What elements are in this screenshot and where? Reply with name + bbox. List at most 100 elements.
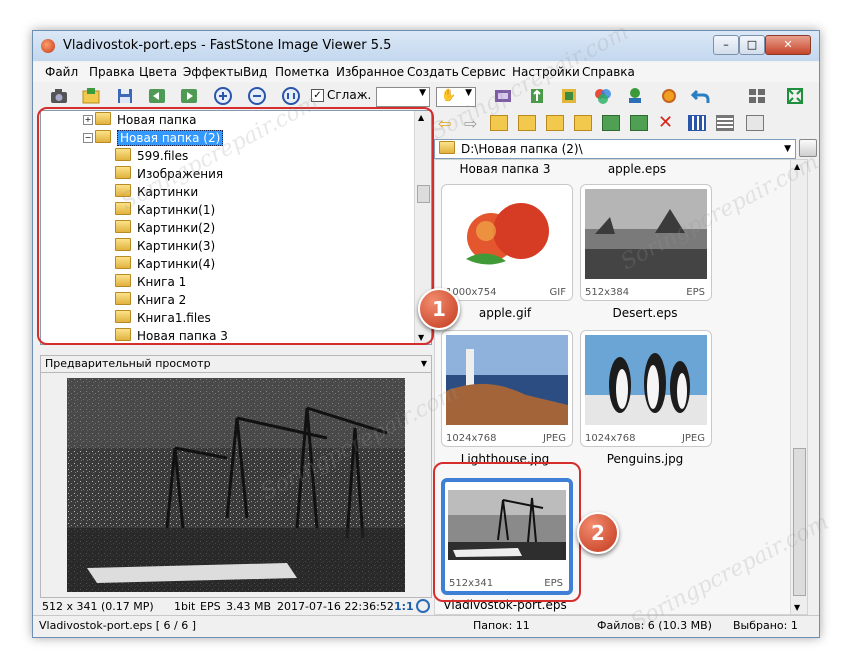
app-logo-icon — [41, 39, 55, 53]
info-format: EPS — [200, 600, 221, 613]
open-folder-icon[interactable] — [81, 86, 101, 106]
prev-image-icon[interactable] — [147, 86, 167, 106]
preview-title: Предварительный просмотр — [45, 357, 211, 370]
slideshow-icon[interactable] — [493, 86, 513, 106]
menu-colors[interactable]: Цвета — [139, 65, 177, 79]
thumbnail-desert-eps[interactable]: 512x384 EPS — [580, 184, 712, 301]
zoom-out-icon[interactable] — [247, 86, 267, 106]
forward-arrow-icon[interactable]: ⇨ — [464, 114, 477, 133]
info-date: 2017-07-16 22:36:52 — [277, 600, 394, 613]
chevron-down-icon[interactable]: ▼ — [784, 140, 791, 158]
menu-favorites[interactable]: Избранное — [336, 65, 404, 79]
save-icon[interactable] — [115, 86, 135, 106]
info-filesize: 3.43 MB — [226, 600, 272, 613]
list-view-icon[interactable] — [716, 115, 734, 131]
undo-icon[interactable] — [690, 86, 711, 106]
scroll-thumb[interactable] — [793, 448, 806, 596]
scroll-down-icon[interactable]: ▼ — [794, 603, 800, 612]
move-to-icon[interactable] — [630, 115, 648, 131]
menu-help[interactable]: Справка — [582, 65, 635, 79]
back-arrow-icon[interactable]: ⇦ — [438, 114, 451, 133]
thumb-dimensions: 1024x768 — [446, 433, 497, 444]
menu-create[interactable]: Создать — [407, 65, 459, 79]
callout-frame-tree — [37, 107, 434, 345]
callout-badge-1: 1 — [418, 288, 460, 330]
status-folders: Папок: 11 — [473, 619, 530, 632]
zoom-ratio-button[interactable]: 1:1 — [394, 600, 414, 613]
thumb-dimensions: 1024x768 — [585, 433, 636, 444]
image-info-bar: 512 x 341 (0.17 MP) 1bit EPS 3.43 MB 201… — [40, 597, 430, 615]
details-view-icon[interactable] — [746, 115, 764, 131]
menu-tools[interactable]: Сервис — [461, 65, 506, 79]
scroll-up-icon[interactable]: ▲ — [794, 162, 800, 171]
thumbnail-lighthouse-jpg[interactable]: 1024x768 JPEG — [441, 330, 573, 447]
layout-menu-icon[interactable] — [747, 86, 767, 106]
status-selected: Выбрано: 1 — [733, 619, 798, 632]
thumbnail-scrollbar[interactable]: ▲ ▼ — [790, 160, 807, 614]
minimize-button[interactable]: – — [713, 35, 739, 55]
thumbnail-apple-gif[interactable]: 1000x754 GIF — [441, 184, 573, 301]
hand-tool-dropdown[interactable]: ✋ ▼ — [436, 87, 476, 107]
status-file: Vladivostok-port.eps [ 6 / 6 ] — [39, 619, 197, 632]
menu-tag[interactable]: Пометка — [275, 65, 329, 79]
next-image-icon[interactable] — [179, 86, 199, 106]
thumb-format: JPEG — [681, 433, 705, 444]
zoom-in-icon[interactable] — [213, 86, 233, 106]
path-value: D:\Новая папка (2)\ — [461, 142, 583, 156]
new-folder-icon[interactable] — [574, 115, 592, 131]
desert-image — [585, 189, 707, 279]
thumb-caption: Новая папка 3 — [459, 162, 551, 176]
folder-up-icon[interactable] — [490, 115, 508, 131]
close-button[interactable]: ✕ — [765, 35, 811, 55]
fullscreen-icon[interactable] — [785, 86, 805, 106]
fit-icon[interactable] — [416, 599, 430, 613]
folder-icon — [439, 141, 455, 154]
smooth-checkbox[interactable]: ✓ — [311, 89, 324, 102]
chevron-down-icon: ▼ — [419, 88, 426, 98]
thumb-caption: apple.eps — [607, 162, 667, 176]
path-combobox[interactable]: D:\Новая папка (2)\ ▼ — [434, 139, 796, 159]
preview-image — [67, 378, 405, 592]
preview-pane — [40, 372, 432, 598]
thumbnail-penguins-jpg[interactable]: 1024x768 JPEG — [580, 330, 712, 447]
maximize-button[interactable]: □ — [739, 35, 765, 55]
resize-icon[interactable] — [527, 86, 547, 106]
menu-view[interactable]: Вид — [243, 65, 267, 79]
sun-effects-icon[interactable] — [659, 86, 679, 106]
menu-edit[interactable]: Правка — [89, 65, 135, 79]
color-adjust-icon[interactable] — [593, 86, 613, 106]
preview-header: Предварительный просмотр ▼ — [40, 355, 432, 373]
thumb-view-icon[interactable] — [688, 115, 706, 131]
menu-bar: Файл Правка Цвета Эффекты Вид Пометка Из… — [33, 62, 819, 82]
zoom-dropdown[interactable]: ▼ — [376, 87, 430, 107]
status-bar: Vladivostok-port.eps [ 6 / 6 ] Папок: 11… — [33, 615, 819, 636]
menu-file[interactable]: Файл — [45, 65, 78, 79]
thumb-dimensions: 512x384 — [585, 287, 630, 298]
thumb-caption: Penguins.jpg — [606, 452, 684, 466]
hand-icon: ✋ — [441, 88, 456, 102]
crop-icon[interactable] — [559, 86, 579, 106]
delete-icon[interactable]: ✕ — [658, 112, 673, 133]
copy-to-icon[interactable] — [602, 115, 620, 131]
chevron-down-icon[interactable]: ▼ — [421, 356, 427, 371]
title-bar[interactable]: Vladivostok-port.eps - FastStone Image V… — [33, 31, 819, 61]
chevron-down-icon: ▼ — [465, 88, 472, 98]
stamp-icon[interactable] — [625, 86, 645, 106]
thumb-format: EPS — [686, 287, 705, 298]
thumb-caption: Desert.eps — [612, 306, 678, 320]
actual-size-icon[interactable] — [281, 86, 301, 106]
apple-image — [446, 189, 568, 279]
thumb-format: GIF — [549, 287, 566, 298]
callout-badge-2: 2 — [577, 512, 619, 554]
thumb-format: JPEG — [542, 433, 566, 444]
browser-toolbar: ⇦ ⇨ ✕ — [434, 112, 818, 136]
refresh-folder-icon[interactable] — [518, 115, 536, 131]
favorite-folder-icon[interactable] — [546, 115, 564, 131]
penguins-image — [585, 335, 707, 425]
menu-effects[interactable]: Эффекты — [183, 65, 243, 79]
window-title: Vladivostok-port.eps - FastStone Image V… — [63, 38, 392, 53]
menu-settings[interactable]: Настройки — [512, 65, 580, 79]
recycle-bin-icon[interactable] — [799, 139, 817, 157]
camera-icon[interactable] — [49, 86, 69, 106]
status-files: Файлов: 6 (10.3 MB) — [597, 619, 712, 632]
